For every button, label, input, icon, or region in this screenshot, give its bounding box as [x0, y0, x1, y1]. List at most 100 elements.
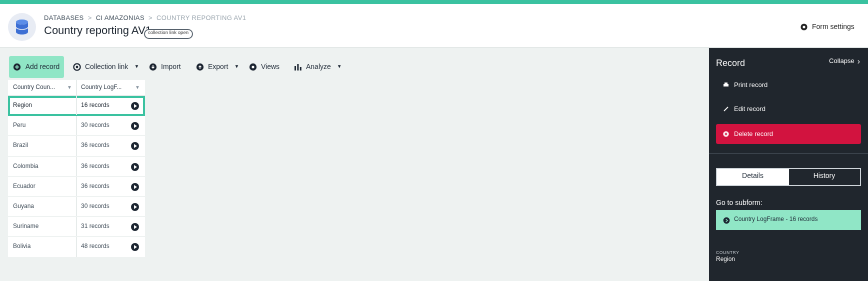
edit-record-button[interactable]: Edit record: [716, 99, 861, 119]
table-cell-records: 36 records: [81, 163, 110, 170]
edit-record-label: Edit record: [734, 105, 766, 113]
panel-title: Record: [716, 58, 746, 68]
table-cell-country: Guyana: [13, 203, 35, 210]
panel-divider: [709, 153, 868, 154]
column-divider: [76, 156, 77, 176]
table-cell-records: 16 records: [81, 103, 110, 109]
column-header-logframe[interactable]: Country LogF...: [81, 80, 122, 96]
subform-button-label: Country LogFrame - 16 records: [734, 217, 818, 223]
table-row[interactable]: Ecuador 36 records: [8, 176, 145, 197]
breadcrumb-separator: >: [148, 15, 153, 22]
table-cell-records: 30 records: [81, 123, 110, 130]
table-cell-records: 36 records: [81, 143, 110, 150]
plus-icon: [13, 63, 21, 71]
close-icon: [723, 131, 729, 137]
records-table: Country Coun... ▼ Country LogF... ▼ Regi…: [8, 80, 145, 258]
filter-icon[interactable]: ▼: [67, 85, 72, 91]
delete-record-label: Delete record: [734, 130, 774, 138]
column-divider: [76, 116, 77, 136]
bar-chart-icon: [294, 64, 302, 71]
chevron-down-icon: ▼: [336, 64, 342, 70]
collection-link-button[interactable]: Collection link ▼: [73, 56, 139, 78]
form-settings-button[interactable]: Form settings: [800, 23, 854, 31]
chevron-right-icon: ›: [857, 57, 860, 66]
views-button[interactable]: Views: [249, 56, 280, 78]
table-cell-country: Peru: [13, 123, 26, 130]
table-row[interactable]: Suriname 31 records: [8, 217, 145, 238]
table-row[interactable]: Brazil 36 records: [8, 136, 145, 157]
eye-icon: [249, 63, 257, 71]
column-divider: [76, 136, 77, 156]
import-label: Import: [161, 63, 181, 71]
page-title: Country reporting AV1: [44, 25, 152, 37]
analyze-label: Analyze: [306, 63, 331, 71]
table-row[interactable]: Bolivia 48 records: [8, 237, 145, 258]
breadcrumb-databases[interactable]: DATABASES: [44, 15, 84, 22]
table-cell-records: 30 records: [81, 203, 110, 210]
export-icon: [196, 63, 204, 71]
tab-details[interactable]: Details: [717, 169, 789, 185]
column-divider: [76, 196, 77, 217]
country-field-label: COUNTRY: [716, 250, 740, 255]
chevron-down-icon: ▼: [134, 64, 140, 70]
open-record-icon[interactable]: [131, 162, 139, 171]
table-cell-records: 31 records: [81, 224, 110, 231]
column-header-country[interactable]: Country Coun...: [13, 80, 55, 96]
page-header: DATABASES > CI AMAZONIAS > COUNTRY REPORTING…: [0, 4, 868, 48]
add-record-button[interactable]: Add record: [9, 56, 64, 78]
analyze-button[interactable]: Analyze ▼: [294, 56, 342, 78]
collection-link-badge: collection link open: [144, 29, 193, 39]
subform-button[interactable]: Country LogFrame - 16 records: [716, 210, 861, 230]
open-record-icon[interactable]: [131, 142, 139, 151]
database-icon: [8, 13, 36, 41]
collection-link-label: Collection link: [85, 63, 129, 71]
breadcrumb: DATABASES > CI AMAZONIAS > COUNTRY REPORTING…: [44, 15, 246, 22]
chevron-down-icon: ▼: [234, 64, 240, 70]
panel-tabs: Details History: [716, 168, 861, 186]
arrow-right-circle-icon: [723, 216, 730, 224]
open-record-icon[interactable]: [131, 102, 139, 110]
breadcrumb-current: COUNTRY REPORTING AV1: [156, 15, 247, 22]
add-record-label: Add record: [25, 63, 60, 71]
collapse-label: Collapse: [829, 58, 855, 65]
table-row[interactable]: Guyana 30 records: [8, 196, 145, 218]
open-record-icon[interactable]: [131, 182, 139, 191]
table-row[interactable]: Region 16 records: [8, 96, 145, 117]
column-divider: [76, 237, 77, 257]
open-record-icon[interactable]: [131, 202, 139, 211]
export-label: Export: [208, 63, 229, 71]
table-header: Country Coun... ▼ Country LogF... ▼: [8, 80, 145, 96]
breadcrumb-separator: >: [87, 15, 92, 22]
breadcrumb-ci-amazonias[interactable]: CI AMAZONIAS: [96, 15, 145, 22]
table-cell-country: Colombia: [13, 163, 39, 170]
column-divider: [76, 176, 77, 196]
open-record-icon[interactable]: [131, 122, 139, 131]
table-cell-records: 48 records: [81, 244, 110, 251]
record-panel: Record Collapse › Print record Edit reco…: [709, 48, 868, 281]
tab-history[interactable]: History: [789, 169, 861, 185]
open-record-icon[interactable]: [131, 223, 139, 232]
table-cell-country: Suriname: [13, 224, 39, 231]
link-icon: [73, 63, 81, 71]
printer-icon: [723, 82, 729, 87]
gear-icon: [800, 23, 808, 31]
table-row[interactable]: Colombia 36 records: [8, 156, 145, 177]
import-button[interactable]: Import: [149, 56, 181, 78]
print-record-button[interactable]: Print record: [716, 75, 861, 95]
export-button[interactable]: Export ▼: [196, 56, 239, 78]
import-icon: [149, 63, 157, 71]
table-cell-country: Region: [13, 103, 33, 109]
column-divider: [76, 80, 77, 95]
filter-icon[interactable]: ▼: [135, 85, 140, 91]
form-settings-label: Form settings: [812, 23, 855, 31]
table-row[interactable]: Peru 30 records: [8, 116, 145, 137]
table-cell-country: Bolivia: [13, 244, 31, 251]
column-divider: [76, 217, 77, 237]
delete-record-button[interactable]: Delete record: [716, 124, 861, 144]
views-label: Views: [261, 63, 280, 71]
print-record-label: Print record: [734, 81, 768, 89]
table-cell-records: 36 records: [81, 183, 110, 190]
subform-label: Go to subform:: [716, 200, 763, 207]
collapse-button[interactable]: Collapse ›: [829, 57, 860, 66]
open-record-icon[interactable]: [131, 243, 139, 252]
